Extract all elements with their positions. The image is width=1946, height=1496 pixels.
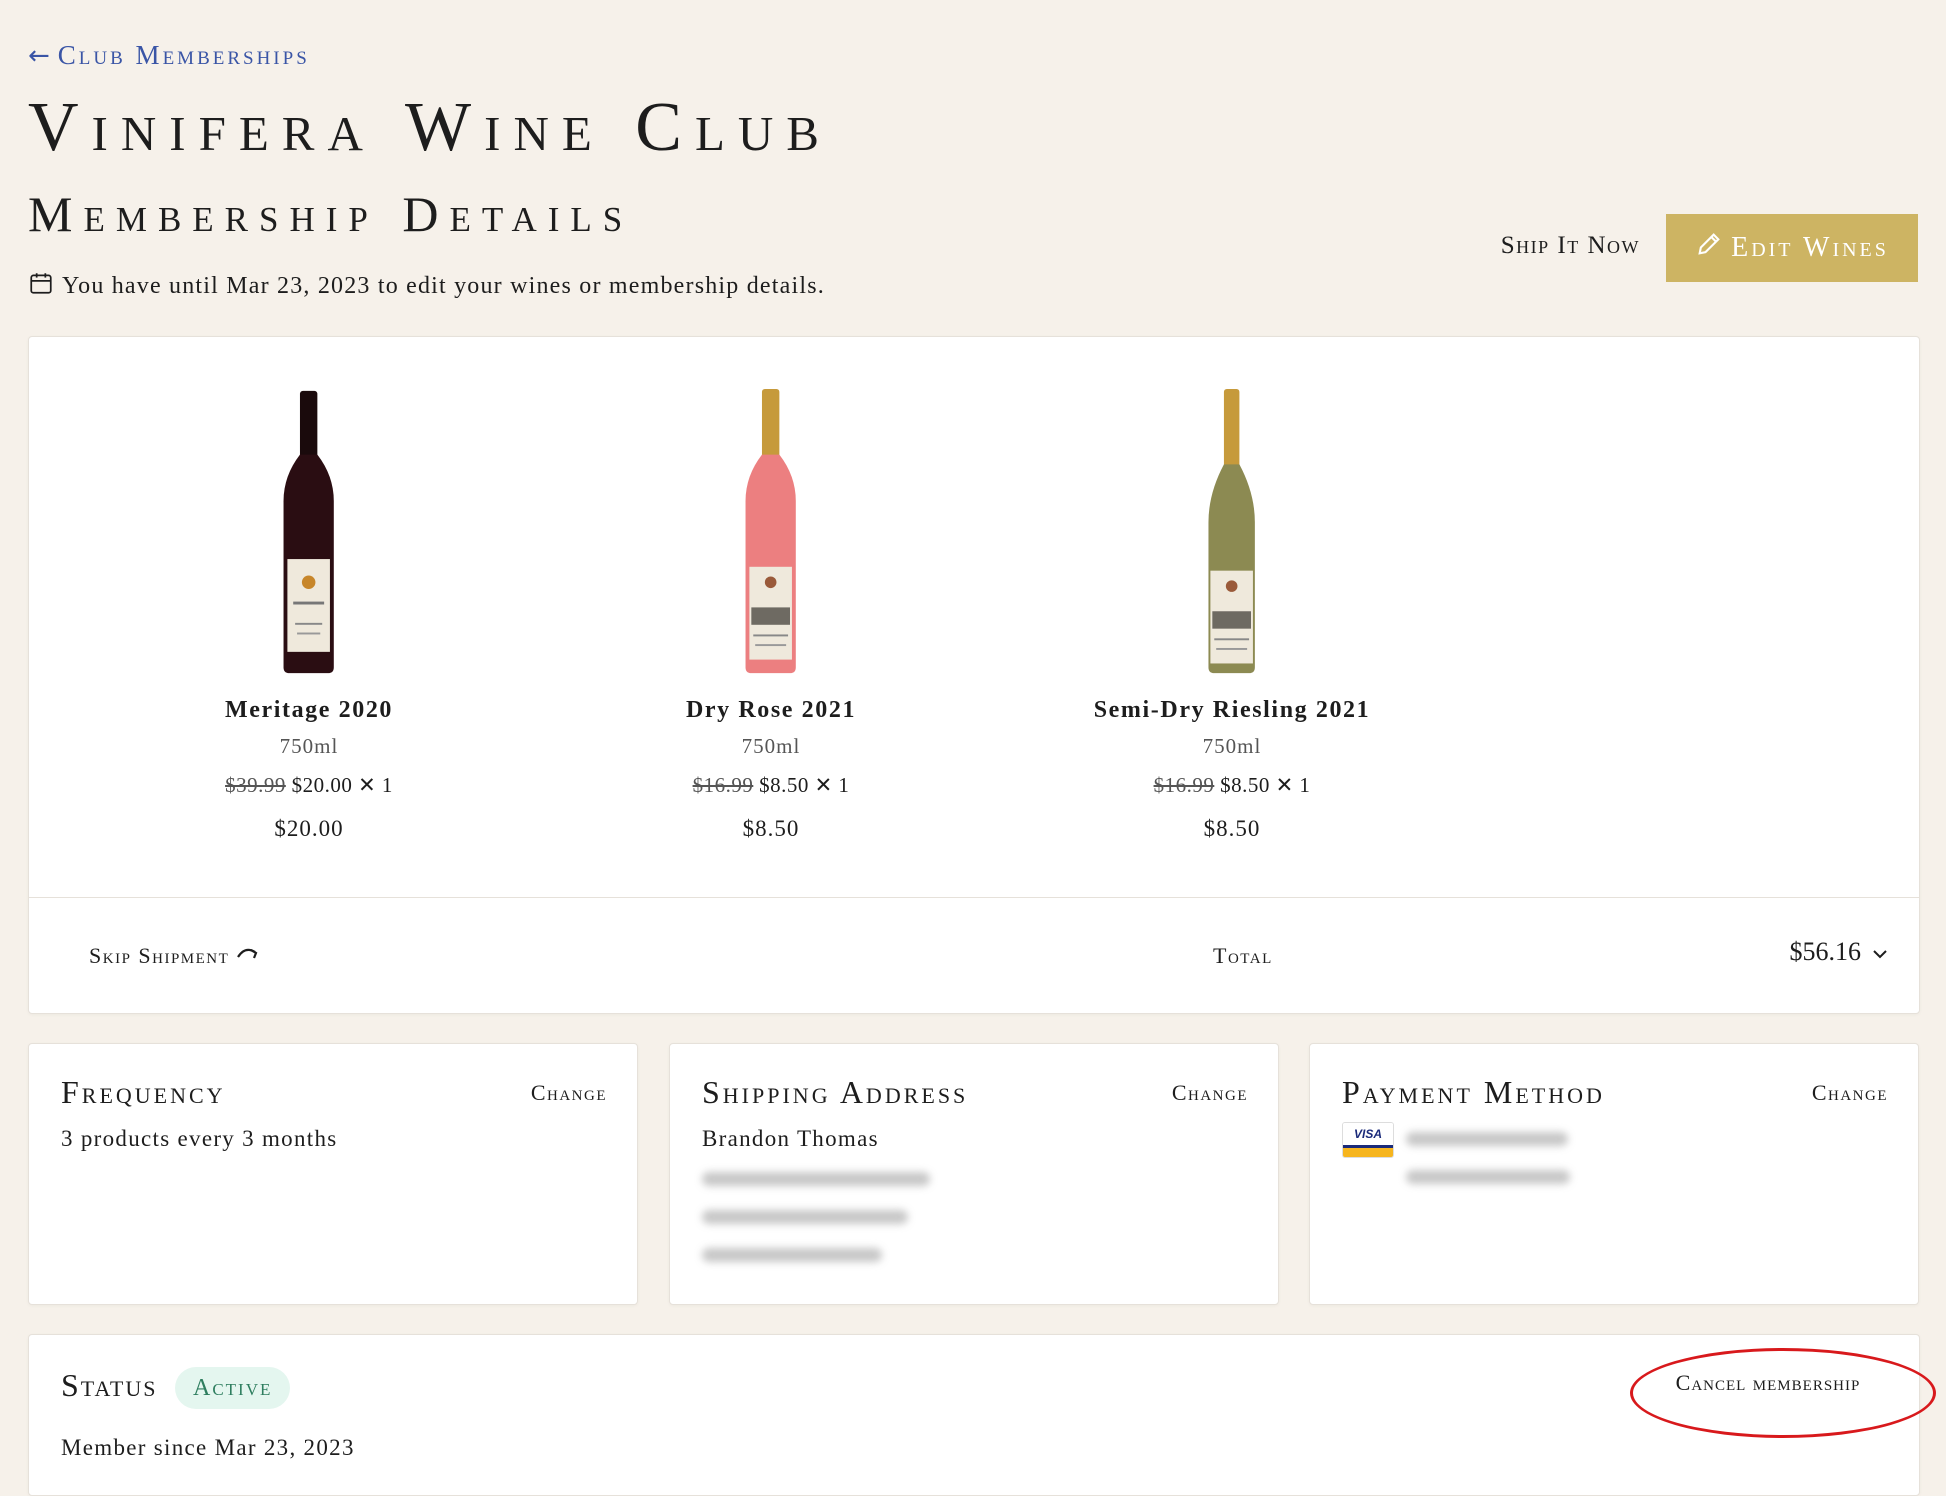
wine-quantity: ✕ 1 (1275, 773, 1311, 797)
wine-name: Meritage 2020 (224, 697, 394, 723)
arrow-left-icon: ← (28, 40, 50, 71)
pencil-icon (1695, 230, 1723, 266)
redacted-address-line (702, 1210, 908, 1224)
wine-quantity: ✕ 1 (814, 773, 850, 797)
skip-shipment-button[interactable]: Skip Shipment (89, 943, 263, 969)
wine-price-line: $16.99 $8.50 ✕ 1 (581, 773, 961, 798)
wine-original-price: $16.99 (692, 773, 754, 797)
change-shipping-button[interactable]: Change (1172, 1080, 1248, 1106)
payment-method-card: Payment Method Change VISA (1309, 1043, 1919, 1305)
status-heading: Status (61, 1367, 158, 1403)
frequency-card: Frequency Change 3 products every 3 mont… (28, 1043, 638, 1305)
ship-it-now-button[interactable]: Ship It Now (1480, 232, 1640, 260)
change-payment-button[interactable]: Change (1812, 1080, 1888, 1106)
edit-wines-button[interactable]: Edit Wines (1666, 214, 1918, 282)
wine-name: Semi-Dry Riesling 2021 (1093, 697, 1371, 723)
wine-sale-price: $8.50 (759, 773, 809, 797)
visa-card-icon: VISA (1342, 1122, 1394, 1158)
wine-item: Semi-Dry Riesling 2021 750ml $16.99 $8.5… (1042, 387, 1422, 842)
total-label: Total (1213, 943, 1273, 968)
redacted-card-expiry (1406, 1170, 1570, 1184)
wine-size: 750ml (1202, 734, 1262, 758)
wine-item: Meritage 2020 750ml $39.99 $20.00 ✕ 1 $2… (119, 387, 499, 842)
card-divider (29, 897, 1919, 898)
wine-line-total: $8.50 (742, 816, 800, 841)
redacted-address-line (702, 1248, 882, 1262)
shipping-address-heading: Shipping Address (702, 1074, 969, 1110)
wine-name: Dry Rose 2021 (685, 697, 857, 723)
wine-size: 750ml (741, 734, 801, 758)
wine-price-line: $16.99 $8.50 ✕ 1 (1042, 773, 1422, 798)
redacted-card-number (1406, 1132, 1568, 1146)
back-to-club-memberships-link[interactable]: ← Club Memberships (28, 40, 310, 71)
calendar-icon (28, 270, 54, 303)
redo-arrow-icon (235, 943, 263, 969)
status-badge: Active (175, 1367, 291, 1409)
status-card: Status Active Member since Mar 23, 2023 (28, 1334, 1920, 1496)
shipping-address-card: Shipping Address Change Brandon Thomas (669, 1043, 1279, 1305)
deadline-text: You have until Mar 23, 2023 to edit your… (62, 273, 825, 299)
frequency-heading: Frequency (61, 1074, 226, 1110)
wine-quantity: ✕ 1 (358, 773, 393, 797)
wine-price-line: $39.99 $20.00 ✕ 1 (119, 773, 499, 798)
card-brand: VISA (1343, 1123, 1393, 1145)
wine-bottle-image (119, 387, 499, 677)
total-value: $56.16 (1789, 937, 1862, 966)
wine-original-price: $39.99 (225, 773, 286, 797)
change-frequency-button[interactable]: Change (531, 1080, 607, 1106)
wine-line-total: $20.00 (274, 816, 344, 841)
wine-sale-price: $20.00 (291, 773, 353, 797)
frequency-value: 3 products every 3 months (61, 1126, 338, 1151)
wine-bottle-image (1042, 387, 1422, 677)
skip-shipment-label: Skip Shipment (89, 943, 230, 968)
member-since: Member since Mar 23, 2023 (61, 1435, 355, 1460)
chevron-down-icon (1871, 937, 1889, 967)
redacted-address-line (702, 1172, 930, 1186)
wine-size: 750ml (279, 734, 339, 758)
total-toggle[interactable]: $56.16 (1790, 937, 1890, 967)
wines-card: Meritage 2020 750ml $39.99 $20.00 ✕ 1 $2… (28, 336, 1920, 1014)
wine-item: Dry Rose 2021 750ml $16.99 $8.50 ✕ 1 $8.… (581, 387, 961, 842)
wine-original-price: $16.99 (1153, 773, 1215, 797)
edit-wines-label: Edit Wines (1731, 232, 1889, 263)
shipping-name: Brandon Thomas (702, 1126, 879, 1151)
wine-line-total: $8.50 (1203, 816, 1261, 841)
payment-method-heading: Payment Method (1342, 1074, 1605, 1110)
back-link-label: Club Memberships (57, 40, 310, 70)
wine-bottle-image (581, 387, 961, 677)
wine-sale-price: $8.50 (1220, 773, 1270, 797)
section-title: Membership Details (28, 186, 634, 242)
club-title: Vinifera Wine Club (28, 89, 832, 166)
edit-deadline-notice: You have until Mar 23, 2023 to edit your… (28, 270, 825, 303)
cancel-membership-button[interactable]: Cancel membership (1650, 1370, 1886, 1396)
